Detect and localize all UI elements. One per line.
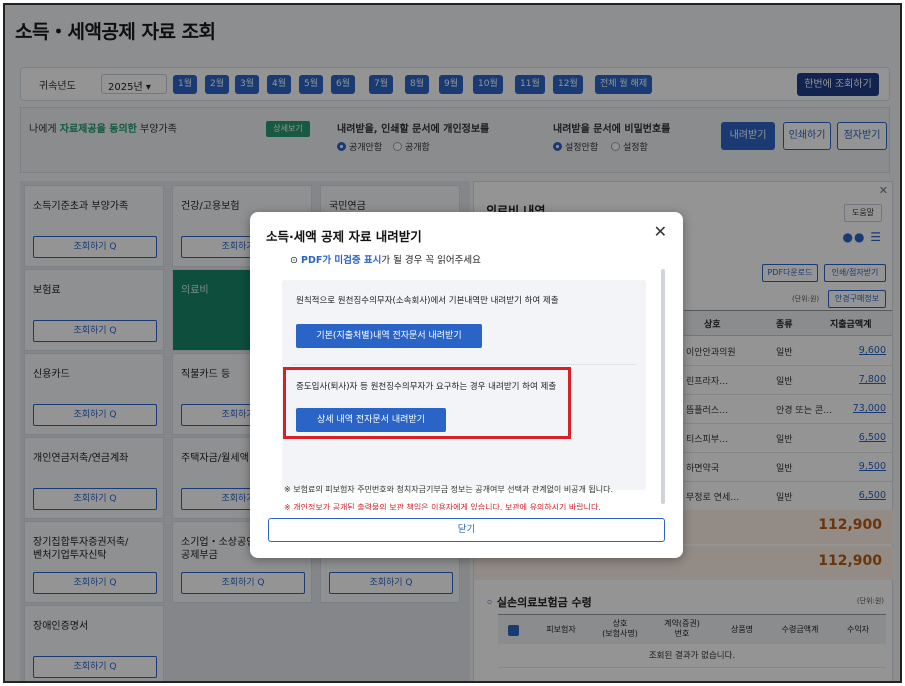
pdf-note: ⊙ PDF가 미검증 표시가 될 경우 꼭 읽어주세요 xyxy=(290,255,481,266)
basic-description: 원칙적으로 원천징수의무자(소속회사)에서 기본내역만 내려받기 하여 제출 xyxy=(296,296,559,306)
highlight-box xyxy=(283,367,571,439)
app-window: 소득・세액공제 자료 조회 귀속년도 2025년 ▾ 1월 2월 3월 4월 5월 6월 7… xyxy=(3,3,902,683)
modal-scrollbar[interactable] xyxy=(661,269,665,504)
basic-download-button[interactable]: 기본(지출처별)내역 전자문서 내려받기 xyxy=(296,324,482,348)
privacy-warning: ※ 개인정보가 공개된 출력물의 보관 책임은 이용자에게 있습니다. 보관에 … xyxy=(284,503,601,510)
modal-close-icon[interactable]: ✕ xyxy=(654,222,667,241)
insurance-warning: ※ 보험료의 피보험자 주민번호와 청치자금기부금 정보는 공개여부 선택과 관… xyxy=(284,485,614,494)
modal-close-button[interactable]: 닫기 xyxy=(268,518,665,542)
modal-title: 소득·세액 공제 자료 내려받기 xyxy=(266,229,422,244)
divider xyxy=(292,364,636,365)
